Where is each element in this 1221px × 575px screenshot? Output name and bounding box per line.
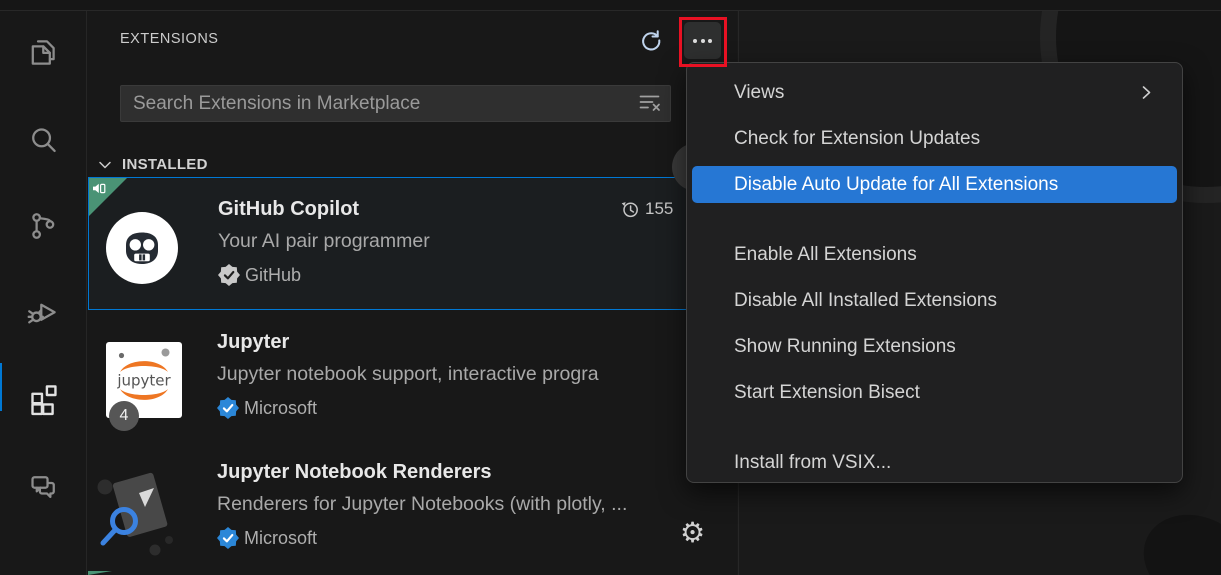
menu-item-show-running-extensions[interactable]: Show Running Extensions bbox=[692, 328, 1177, 365]
verified-publisher-icon bbox=[218, 264, 240, 286]
extension-description: Renderers for Jupyter Notebooks (with pl… bbox=[217, 493, 722, 516]
chat-icon bbox=[26, 469, 60, 503]
sidebar-item-extensions[interactable] bbox=[0, 370, 86, 426]
refresh-icon bbox=[637, 27, 664, 54]
history-clock-icon bbox=[620, 199, 640, 219]
copilot-logo-icon bbox=[118, 224, 166, 272]
files-icon bbox=[26, 35, 60, 69]
extension-name: GitHub Copilot bbox=[218, 198, 359, 221]
source-control-icon bbox=[26, 209, 60, 243]
chevron-down-icon bbox=[97, 157, 113, 173]
decorative-blob bbox=[1129, 498, 1221, 575]
more-actions-button[interactable] bbox=[684, 22, 721, 59]
menu-item-check-for-extension-updates[interactable]: Check for Extension Updates bbox=[692, 120, 1177, 157]
search-icon bbox=[26, 123, 60, 157]
activity-bar bbox=[0, 11, 87, 575]
active-view-indicator bbox=[0, 363, 2, 411]
sidebar-item-chat[interactable] bbox=[0, 458, 86, 514]
extension-publisher: Microsoft bbox=[217, 527, 317, 549]
verified-publisher-icon bbox=[217, 527, 239, 549]
extension-name: Jupyter bbox=[217, 331, 289, 354]
ellipsis-icon bbox=[693, 39, 697, 43]
sidebar-title: EXTENSIONS bbox=[120, 31, 218, 47]
menu-item-disable-auto-update-all[interactable]: Disable Auto Update for All Extensions bbox=[692, 166, 1177, 203]
filter-clear-icon[interactable] bbox=[638, 92, 662, 114]
extension-publisher: Microsoft bbox=[217, 397, 317, 419]
menu-item-install-from-vsix[interactable]: Install from VSIX... bbox=[692, 444, 1177, 481]
sidebar-item-source-control[interactable] bbox=[0, 198, 86, 254]
notebook-renderers-icon bbox=[93, 463, 188, 558]
extensions-icon bbox=[25, 380, 61, 416]
verified-publisher-icon bbox=[217, 397, 239, 419]
vscode-window: EXTENSIONS INSTALLED bbox=[0, 0, 1221, 575]
menu-item-start-extension-bisect[interactable]: Start Extension Bisect bbox=[692, 374, 1177, 411]
github-copilot-avatar bbox=[106, 212, 178, 284]
svg-text:jupyter: jupyter bbox=[116, 372, 171, 390]
refresh-button[interactable] bbox=[634, 24, 666, 56]
chevron-right-icon bbox=[1138, 84, 1155, 101]
extension-row-jupyter-renderers[interactable]: Jupyter Notebook Renderers Renderers for… bbox=[88, 441, 737, 572]
extension-description: Your AI pair programmer bbox=[218, 230, 723, 253]
preview-speaker-icon bbox=[92, 182, 106, 196]
extension-row-jupyter[interactable]: jupyter 4 Jupyter Jupyter notebook suppo… bbox=[88, 311, 737, 442]
extension-update-count: 155 bbox=[620, 199, 673, 219]
sidebar-item-explorer[interactable] bbox=[0, 24, 86, 80]
menu-item-disable-all-installed-extensions[interactable]: Disable All Installed Extensions bbox=[692, 282, 1177, 319]
manage-gear-icon[interactable]: ⚙ bbox=[680, 519, 705, 547]
extension-count-badge: 4 bbox=[109, 401, 139, 431]
menu-item-enable-all-extensions[interactable]: Enable All Extensions bbox=[692, 236, 1177, 273]
more-actions-context-menu: Views Check for Extension Updates Disabl… bbox=[686, 62, 1183, 483]
section-installed-label: INSTALLED bbox=[122, 156, 208, 173]
extension-row-github-copilot[interactable]: GitHub Copilot Your AI pair programmer G… bbox=[88, 177, 739, 310]
run-debug-icon bbox=[26, 295, 60, 329]
extension-description: Jupyter notebook support, interactive pr… bbox=[217, 363, 687, 386]
search-input[interactable] bbox=[121, 86, 670, 121]
sidebar-item-run-debug[interactable] bbox=[0, 284, 86, 340]
extension-publisher: GitHub bbox=[218, 264, 301, 286]
search-box bbox=[120, 85, 671, 122]
sidebar-item-search[interactable] bbox=[0, 112, 86, 168]
menu-item-views[interactable]: Views bbox=[692, 74, 1177, 111]
extension-name: Jupyter Notebook Renderers bbox=[217, 461, 492, 484]
titlebar-strip bbox=[0, 0, 1221, 11]
